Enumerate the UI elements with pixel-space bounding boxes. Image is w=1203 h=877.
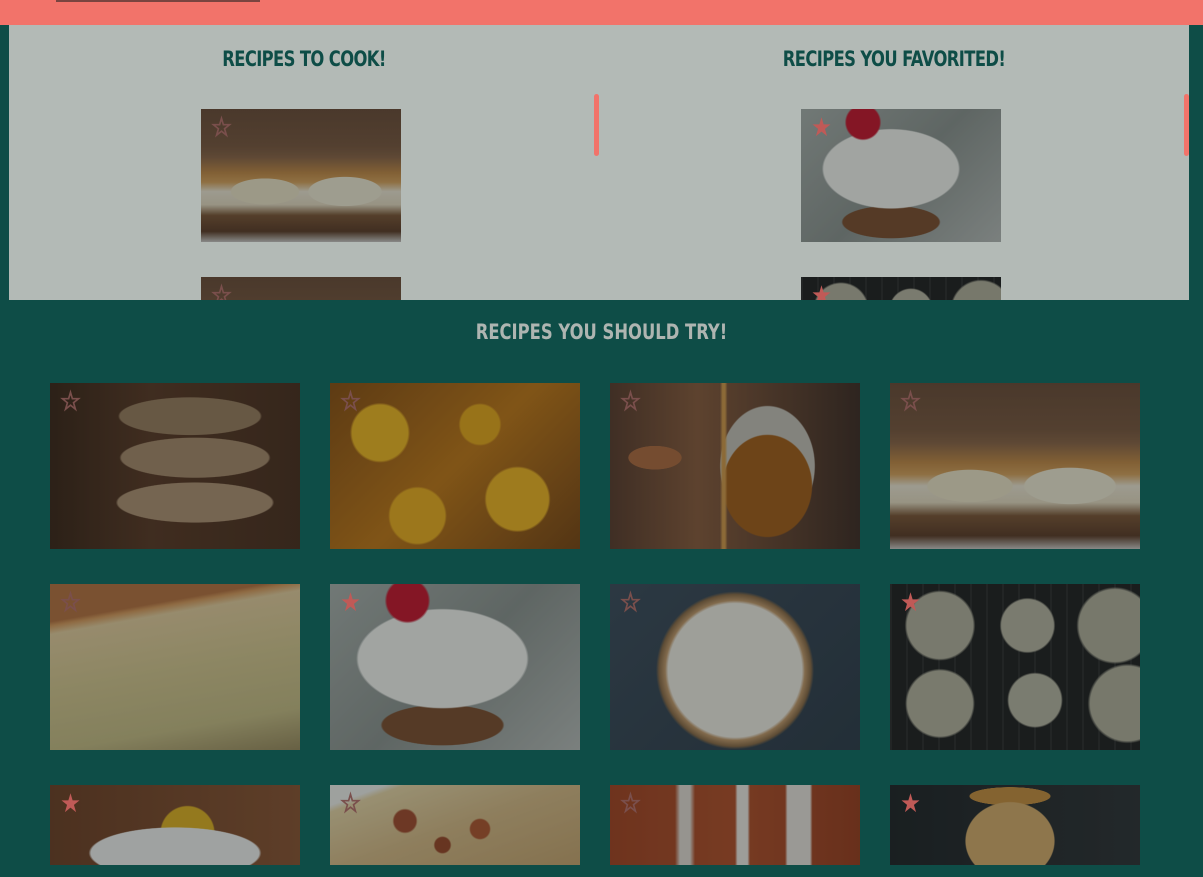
- recipe-tile[interactable]: ☆: [610, 584, 860, 750]
- saved-recipes-panel: RECIPES TO COOK! ☆ ☆ RECIPES YOU FAVORIT…: [9, 25, 1189, 300]
- recipes-to-cook-section: RECIPES TO COOK! ☆ ☆: [9, 25, 599, 300]
- favorite-star-outline-icon[interactable]: ☆: [340, 389, 362, 416]
- recipe-card[interactable]: ☆: [201, 277, 401, 300]
- recipe-card[interactable]: ☆: [201, 109, 401, 242]
- recipe-tile[interactable]: ☆: [610, 785, 860, 865]
- recipe-tile[interactable]: ★: [890, 785, 1140, 865]
- recipe-tile[interactable]: ☆: [890, 383, 1140, 549]
- recipes-to-cook-title: RECIPES TO COOK!: [222, 47, 386, 71]
- recipe-tile[interactable]: ☆: [50, 383, 300, 549]
- favorite-star-outline-icon[interactable]: ☆: [60, 389, 82, 416]
- favorite-star-outline-icon[interactable]: ☆: [340, 791, 362, 818]
- favorite-star-filled-icon[interactable]: ★: [811, 283, 832, 300]
- favorite-star-outline-icon[interactable]: ☆: [211, 115, 233, 142]
- recipes-favorited-section: RECIPES YOU FAVORITED! ★ ★: [599, 25, 1189, 300]
- recipe-tile[interactable]: ★: [50, 785, 300, 865]
- favorite-star-filled-icon[interactable]: ★: [900, 590, 921, 616]
- recipe-tile[interactable]: ☆: [610, 383, 860, 549]
- active-nav-underline: [56, 0, 260, 2]
- favorite-star-filled-icon[interactable]: ★: [811, 115, 832, 141]
- top-navbar: [0, 0, 1203, 25]
- recipe-card[interactable]: ★: [801, 109, 1001, 242]
- favorite-star-outline-icon[interactable]: ☆: [211, 283, 233, 301]
- recipe-card[interactable]: ★: [801, 277, 1001, 300]
- recipe-tile[interactable]: ☆: [50, 584, 300, 750]
- recipe-tile[interactable]: ☆: [330, 383, 580, 549]
- recipes-favorited-title: RECIPES YOU FAVORITED!: [782, 47, 1006, 71]
- favorite-star-outline-icon[interactable]: ☆: [620, 791, 642, 818]
- favorite-star-filled-icon[interactable]: ★: [60, 791, 81, 817]
- favorite-star-filled-icon[interactable]: ★: [340, 590, 361, 616]
- recipe-tile[interactable]: ☆: [330, 785, 580, 865]
- favorite-star-outline-icon[interactable]: ☆: [900, 389, 922, 416]
- scrollbar-thumb[interactable]: [1184, 94, 1189, 156]
- favorite-star-outline-icon[interactable]: ☆: [620, 389, 642, 416]
- recipe-tile[interactable]: ★: [330, 584, 580, 750]
- favorite-star-filled-icon[interactable]: ★: [900, 791, 921, 817]
- favorite-star-outline-icon[interactable]: ☆: [60, 590, 82, 617]
- recipes-should-try-title: RECIPES YOU SHOULD TRY!: [475, 320, 728, 344]
- recipe-tile[interactable]: ★: [890, 584, 1140, 750]
- favorite-star-outline-icon[interactable]: ☆: [620, 590, 642, 617]
